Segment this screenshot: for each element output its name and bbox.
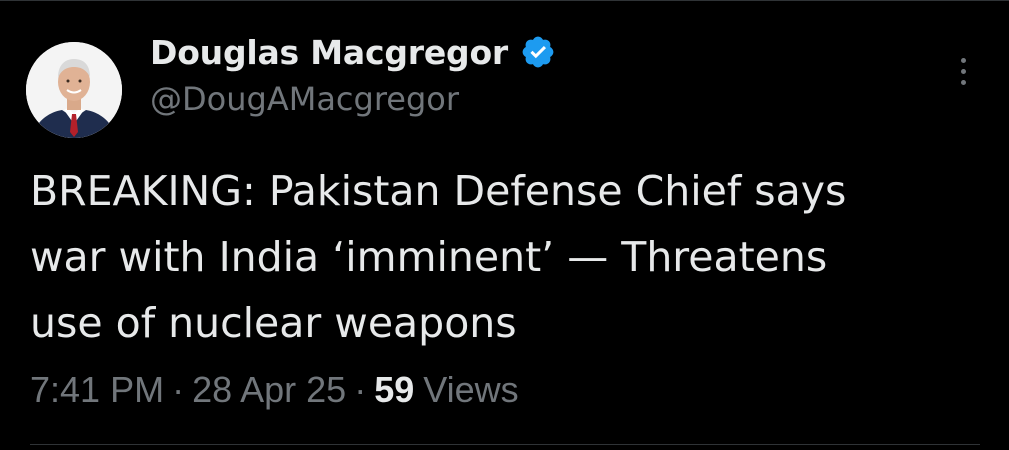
bottom-divider [30,444,980,445]
meta-separator: · [354,369,367,410]
author-display-name[interactable]: Douglas Macgregor [150,33,508,72]
top-border [0,0,1009,1]
more-options-icon[interactable] [948,54,978,88]
author-handle[interactable]: @DougAMacgregor [150,80,459,118]
tweet-detail: Douglas Macgregor @DougAMacgregor BREAKI… [0,0,1009,450]
views-count[interactable]: 59 [374,369,414,411]
meta-separator: · [172,369,185,410]
views-label: Views [423,369,519,410]
more-dot [960,57,966,63]
avatar-image [26,42,122,138]
tweet-text: BREAKING: Pakistan Defense Chief says wa… [30,167,847,347]
avatar[interactable] [26,42,122,138]
tweet-meta: 7:41 PM · 28 Apr 25 · 59 Views [30,368,519,412]
author-name-row: Douglas Macgregor [150,28,556,76]
verified-badge-icon[interactable] [520,34,556,70]
tweet-date[interactable]: 28 Apr 25 [192,369,346,411]
more-dot [960,79,966,85]
more-dot [960,68,966,74]
tweet-time[interactable]: 7:41 PM [30,369,164,411]
